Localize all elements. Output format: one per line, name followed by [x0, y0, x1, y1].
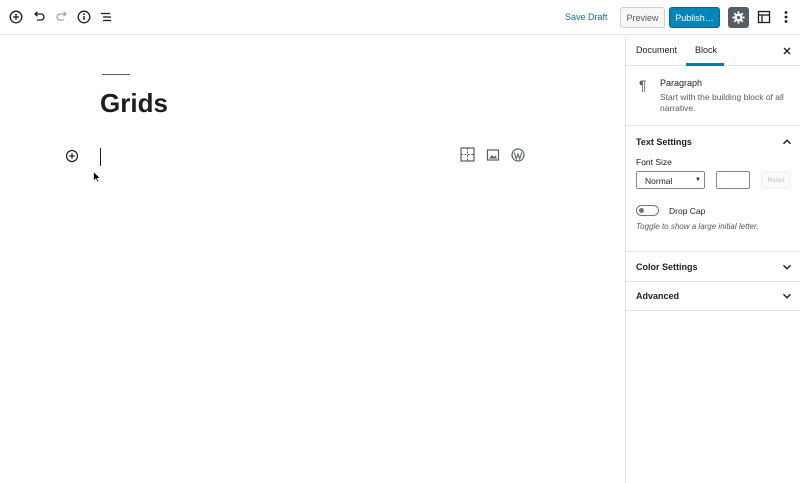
- advanced-panel-toggle[interactable]: Advanced: [626, 281, 800, 311]
- custom-font-size-input[interactable]: [716, 171, 750, 189]
- active-tab-indicator: [686, 63, 724, 66]
- add-block-icon: [9, 10, 23, 24]
- block-description: Start with the building block of all nar…: [660, 92, 784, 113]
- mouse-pointer-icon: [93, 171, 101, 183]
- text-caret: [100, 148, 101, 166]
- sidebar-tabs: Document Block: [626, 36, 800, 66]
- info-icon: [77, 10, 91, 24]
- post-title[interactable]: Grids: [100, 88, 168, 119]
- content-info-button[interactable]: [75, 8, 93, 26]
- save-draft-button[interactable]: Save Draft: [565, 12, 608, 22]
- gear-icon: [732, 11, 745, 24]
- editor-header-toolbar: Save Draft Preview Publish…: [0, 0, 800, 35]
- redo-icon: [56, 11, 67, 21]
- font-size-select-value: Normal: [645, 176, 673, 186]
- grid-block-icon: [460, 147, 475, 162]
- redo-button[interactable]: [53, 8, 71, 26]
- close-icon[interactable]: [781, 45, 793, 57]
- publish-button[interactable]: Publish…: [669, 7, 720, 28]
- preview-button[interactable]: Preview: [620, 7, 665, 28]
- font-size-label: Font Size: [636, 157, 672, 167]
- title-separator: [102, 74, 130, 75]
- chevron-down-icon: [783, 293, 791, 299]
- drop-cap-help: Toggle to show a large initial letter.: [636, 222, 759, 231]
- drop-cap-toggle[interactable]: [636, 205, 659, 216]
- block-card: ¶ Paragraph Start with the building bloc…: [626, 67, 800, 126]
- insert-wordpress-block-button[interactable]: [510, 147, 525, 162]
- editor-canvas: Grids: [0, 36, 625, 483]
- insert-image-block-button[interactable]: [485, 147, 500, 162]
- panel-divider: [626, 310, 800, 311]
- block-name: Paragraph: [660, 78, 703, 88]
- insert-grid-block-button[interactable]: [460, 147, 475, 162]
- settings-toggle-button[interactable]: [728, 7, 749, 28]
- outline-icon: [101, 12, 111, 22]
- more-vertical-icon: [784, 11, 788, 23]
- add-block-button[interactable]: [7, 8, 25, 26]
- block-outline-button[interactable]: [97, 8, 115, 26]
- settings-sidebar: Document Block ¶ Paragraph Start with th…: [625, 36, 800, 483]
- drop-cap-label: Drop Cap: [669, 206, 706, 216]
- caret-down-icon: ▼: [695, 177, 701, 183]
- wordpress-icon: [510, 147, 525, 162]
- undo-icon: [34, 11, 45, 21]
- font-size-reset-button[interactable]: Reset: [761, 171, 791, 189]
- text-settings-panel-toggle[interactable]: Text Settings: [626, 127, 800, 157]
- more-tools-button[interactable]: [780, 8, 792, 26]
- chevron-down-icon: [783, 264, 791, 270]
- block-navigation-button[interactable]: [755, 8, 773, 26]
- font-size-select[interactable]: Normal ▼: [636, 171, 705, 189]
- image-icon: [486, 148, 499, 161]
- undo-button[interactable]: [30, 8, 48, 26]
- block-inserter-button[interactable]: [65, 149, 79, 163]
- paragraph-icon: ¶: [639, 77, 647, 93]
- tab-document[interactable]: Document: [636, 45, 677, 55]
- panel-title: Text Settings: [636, 137, 692, 147]
- block-navigation-icon: [757, 10, 771, 24]
- chevron-up-icon: [783, 139, 791, 145]
- add-block-icon: [65, 149, 79, 163]
- color-settings-panel-toggle[interactable]: Color Settings: [626, 252, 800, 282]
- toggle-knob: [639, 207, 644, 213]
- panel-title: Advanced: [636, 291, 680, 301]
- tab-block[interactable]: Block: [695, 45, 717, 55]
- panel-title: Color Settings: [636, 262, 698, 272]
